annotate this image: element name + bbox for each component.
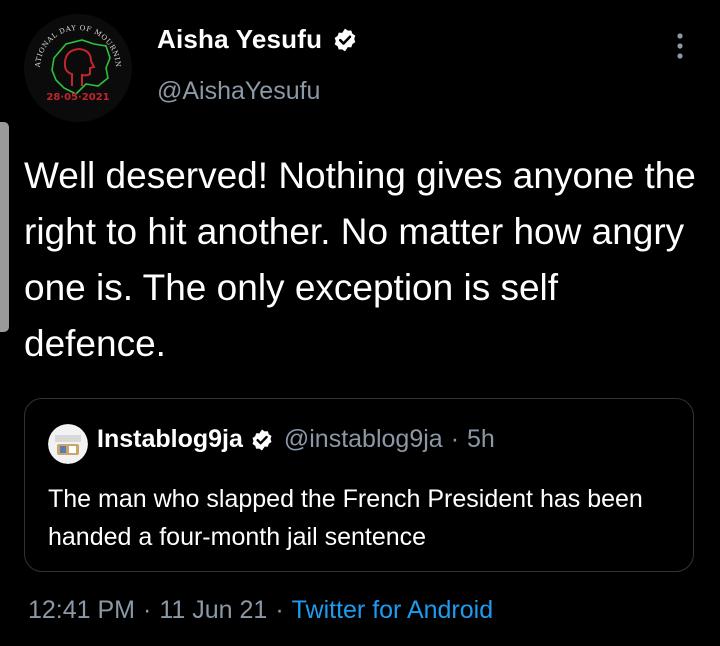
author-handle[interactable]: @AishaYesufu bbox=[157, 77, 320, 106]
author-name[interactable]: Aisha Yesufu bbox=[157, 24, 322, 55]
edge-scroll-handle[interactable] bbox=[0, 122, 9, 332]
meta-separator: · bbox=[275, 596, 284, 624]
quoted-tweet-header: Instablog9ja @instablog9ja · 5h bbox=[97, 425, 495, 454]
silhouette-outline bbox=[63, 47, 96, 86]
author-avatar[interactable]: NATIONAL DAY OF MOURNING 28·05·2021 bbox=[24, 14, 132, 122]
svg-text:NATIONAL DAY OF MOURNING: NATIONAL DAY OF MOURNING bbox=[24, 14, 122, 69]
avatar-caption-top: NATIONAL DAY OF MOURNING bbox=[24, 14, 122, 69]
author-name-row[interactable]: Aisha Yesufu bbox=[157, 24, 358, 55]
tweet-source-link[interactable]: Twitter for Android bbox=[292, 596, 493, 624]
more-options-icon[interactable] bbox=[672, 30, 688, 62]
verified-badge-icon bbox=[332, 27, 358, 53]
avatar-caption-date: 28·05·2021 bbox=[46, 92, 109, 103]
verified-badge-icon bbox=[250, 428, 274, 452]
tweet-text: Well deserved! Nothing gives anyone the … bbox=[24, 155, 696, 364]
tweet-date: 11 Jun 21 bbox=[159, 596, 268, 624]
quoted-tweet-text: The man who slapped the French President… bbox=[48, 485, 643, 551]
quoted-timestamp: 5h bbox=[467, 425, 495, 453]
quoted-author-avatar[interactable] bbox=[48, 424, 88, 464]
meta-separator: · bbox=[143, 596, 152, 624]
quoted-separator: · bbox=[450, 425, 460, 453]
quoted-tweet-card[interactable]: Instablog9ja @instablog9ja · 5h The man … bbox=[24, 398, 694, 572]
tweet-time: 12:41 PM bbox=[28, 596, 136, 624]
quoted-author-name[interactable]: Instablog9ja bbox=[97, 425, 243, 454]
tweet-metadata: 12:41 PM · 11 Jun 21 · Twitter for Android bbox=[28, 596, 493, 625]
quoted-author-handle[interactable]: @instablog9ja bbox=[284, 425, 443, 454]
